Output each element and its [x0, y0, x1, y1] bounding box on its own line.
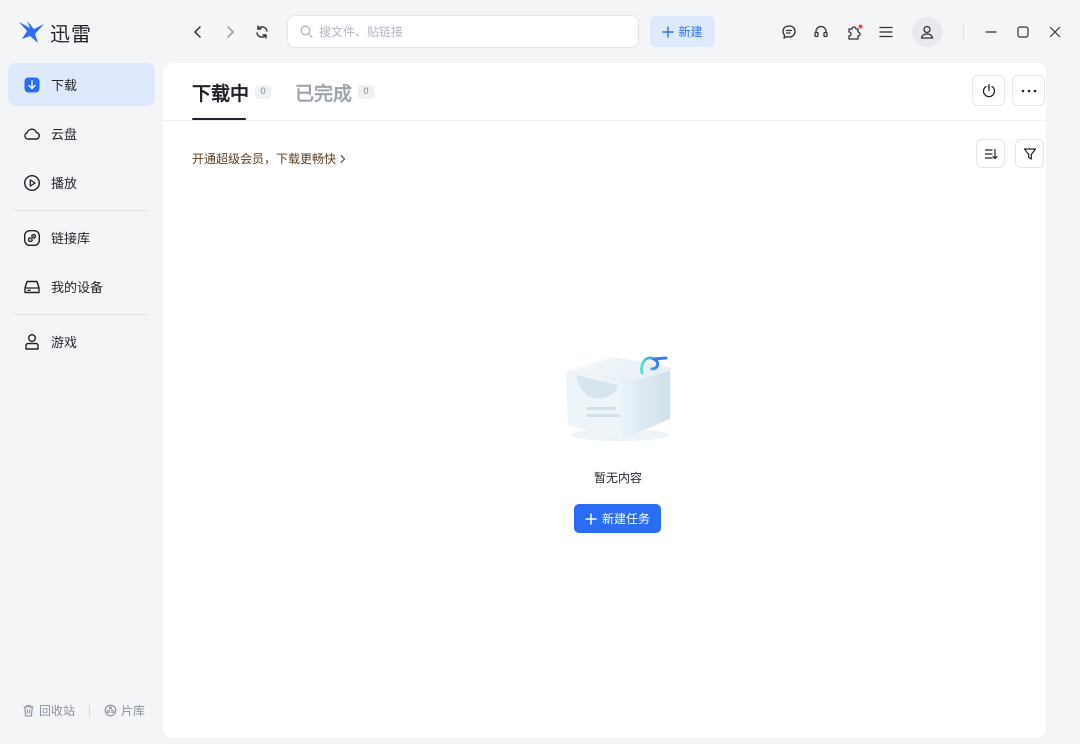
tabs-divider [163, 120, 1046, 121]
sidebar-item-label: 云盘 [51, 128, 78, 143]
tab-downloading[interactable]: 下载中 0 [192, 63, 272, 121]
forward-button[interactable] [218, 20, 242, 44]
user-icon [920, 25, 934, 39]
sidebar-item-cloud[interactable]: 云盘 [8, 112, 155, 155]
puzzle-icon [847, 24, 862, 40]
title-bar: 迅雷 新建 [0, 0, 1080, 62]
plus-icon [585, 512, 597, 525]
plugins-button[interactable] [843, 21, 865, 43]
download-tabs: 下载中 0 已完成 0 [192, 63, 398, 121]
chevron-right-icon [227, 26, 235, 38]
footer-divider [89, 704, 91, 717]
new-button[interactable]: 新建 [650, 16, 715, 47]
headset-icon [814, 25, 828, 38]
close-icon [1049, 26, 1061, 38]
minimize-icon [985, 31, 997, 33]
filter-button[interactable] [1015, 139, 1044, 168]
chat-bubble-icon [782, 25, 796, 39]
sidebar-item-label: 游戏 [51, 336, 78, 351]
sidebar-item-label: 播放 [51, 177, 78, 192]
device-icon [23, 278, 41, 296]
app-logo: 迅雷 [18, 16, 92, 48]
user-avatar[interactable] [912, 17, 942, 47]
sidebar-item-links[interactable]: 链接库 [8, 216, 155, 259]
sidebar-item-label: 链接库 [51, 232, 91, 247]
sort-icon [984, 148, 998, 159]
download-icon [23, 76, 41, 94]
power-icon [982, 83, 995, 97]
search-box[interactable] [287, 15, 639, 48]
tab-count-badge: 0 [358, 85, 375, 99]
search-icon [300, 25, 313, 38]
sidebar-item-label: 下载 [51, 79, 78, 94]
recycle-bin-link[interactable]: 回收站 [22, 702, 75, 719]
new-task-button[interactable]: 新建任务 [574, 504, 661, 533]
maximize-button[interactable] [1012, 21, 1034, 43]
tab-completed[interactable]: 已完成 0 [295, 63, 375, 121]
sort-button[interactable] [976, 139, 1005, 168]
search-input[interactable] [319, 24, 619, 39]
support-button[interactable] [810, 21, 832, 43]
vip-promo-link[interactable]: 开通超级会员，下载更畅快 [192, 150, 347, 167]
minimize-button[interactable] [980, 21, 1002, 43]
refresh-button[interactable] [250, 20, 274, 44]
sidebar-divider [13, 210, 148, 211]
sidebar-footer: 回收站 片库 [22, 702, 145, 719]
plus-icon [662, 25, 675, 38]
close-button[interactable] [1044, 21, 1066, 43]
menu-button[interactable] [875, 21, 897, 43]
more-options-button[interactable] [1012, 75, 1045, 106]
sidebar-item-games[interactable]: 游戏 [8, 320, 155, 363]
back-button[interactable] [186, 20, 210, 44]
empty-state-text: 暂无内容 [593, 471, 642, 485]
tab-label: 已完成 [295, 82, 353, 105]
filter-icon [1023, 147, 1036, 160]
sidebar-item-download[interactable]: 下载 [8, 63, 155, 106]
play-icon [23, 174, 41, 192]
sidebar-item-devices[interactable]: 我的设备 [8, 265, 155, 308]
link-icon [23, 229, 41, 247]
sidebar-divider [13, 314, 148, 315]
film-library-label: 片库 [121, 704, 146, 718]
film-reel-icon [104, 704, 117, 717]
film-library-link[interactable]: 片库 [104, 702, 145, 719]
new-button-label: 新建 [678, 25, 703, 39]
maximize-icon [1017, 26, 1029, 38]
hamburger-menu-icon [879, 26, 893, 38]
titlebar-divider [963, 24, 964, 40]
more-horizontal-icon [1021, 89, 1036, 92]
refresh-icon [256, 25, 268, 39]
app-name: 迅雷 [50, 21, 92, 46]
message-button[interactable] [778, 21, 800, 43]
cloud-icon [23, 125, 41, 143]
new-task-label: 新建任务 [601, 512, 650, 526]
empty-box-illustration [566, 356, 670, 441]
vip-promo-text: 开通超级会员，下载更畅快 [192, 152, 337, 166]
tab-label: 下载中 [192, 82, 250, 105]
trash-icon [23, 704, 34, 717]
chevron-left-icon [193, 26, 201, 38]
tab-count-badge: 0 [255, 85, 272, 99]
thunder-bird-icon [19, 21, 44, 43]
sidebar-item-label: 我的设备 [51, 281, 104, 296]
power-button[interactable] [972, 75, 1005, 106]
sidebar: 下载 云盘 播放 链接库 我的设备 游戏 回收站 片库 [0, 62, 162, 744]
recycle-bin-label: 回收站 [39, 704, 76, 718]
game-icon [23, 333, 41, 351]
main-panel: 下载中 0 已完成 0 开通超级会员，下载更畅快 暂无内容 新建任务 [163, 63, 1046, 738]
chevron-right-icon [340, 154, 346, 163]
sidebar-item-play[interactable]: 播放 [8, 161, 155, 204]
